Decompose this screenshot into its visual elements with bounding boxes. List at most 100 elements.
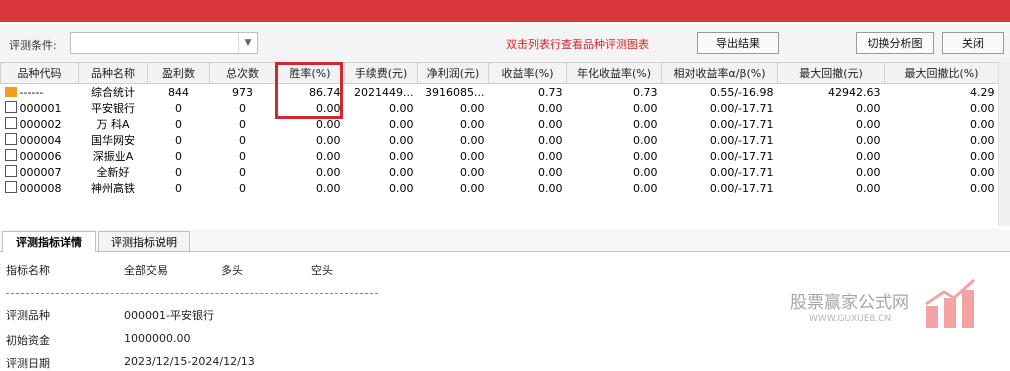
- cell-name: 国华网安: [91, 134, 135, 147]
- header-col-total[interactable]: 总次数: [209, 62, 276, 84]
- cell-profit-count: 0: [175, 181, 182, 195]
- table-row[interactable]: 000002 万 科A 0 0 0.00 0.00 0.00 0.00 0.00 0.00/-17…: [1, 116, 999, 132]
- detail-value-capital: 1000000.00: [124, 332, 191, 345]
- cell-alpha-beta: 0.55/-16.98: [709, 85, 774, 99]
- cell-net-profit: 3916085...: [425, 85, 485, 99]
- cell-return: 0.00: [538, 181, 563, 195]
- row-checkbox[interactable]: [4, 149, 17, 161]
- code-text: 000007: [19, 166, 62, 179]
- detail-value-date: 2023/12/15-2024/12/13: [124, 355, 255, 368]
- cell-code: 000008: [1, 180, 79, 196]
- code-text: 000002: [19, 118, 62, 131]
- cell-return: 0.00: [538, 117, 563, 131]
- header-col-name[interactable]: 品种名称: [78, 62, 148, 84]
- table-row[interactable]: 000001 平安银行 0 0 0.00 0.00 0.00 0.00 0.00 0.00/-17…: [1, 100, 999, 116]
- cell-alpha-beta: 0.00/-17.71: [709, 101, 774, 115]
- cell-code: ------: [1, 84, 79, 101]
- chevron-down-icon[interactable]: ▼: [238, 33, 257, 53]
- cell-alpha-beta: 0.00/-17.71: [709, 117, 774, 131]
- cell-max-drawdown: 0.00: [856, 165, 881, 179]
- cell-max-drawdown-ratio: 0.00: [970, 117, 995, 131]
- table-row[interactable]: 000008 神州高铁 0 0 0.00 0.00 0.00 0.00 0.00 0.00/-17…: [1, 180, 999, 196]
- close-button[interactable]: 关闭: [942, 32, 1004, 54]
- export-button[interactable]: 导出结果: [697, 32, 779, 54]
- header-col-fee[interactable]: 手续费(元): [344, 62, 418, 84]
- cell-net-profit: 0.00: [460, 101, 485, 115]
- cell-fee: 0.00: [389, 133, 414, 147]
- header-col-alpha-beta[interactable]: 相对收益率α/β(%): [661, 62, 778, 84]
- header-col-return[interactable]: 收益率(%): [488, 62, 567, 84]
- cell-net-profit: 0.00: [460, 149, 485, 163]
- watermark-url: WWW.GUXUE8.CN: [809, 314, 892, 324]
- code-text: 000006: [19, 150, 62, 163]
- header-col-net-profit[interactable]: 净利润(元): [417, 62, 489, 84]
- cell-max-drawdown: 42942.63: [828, 85, 881, 99]
- cell-annual-return: 0.00: [633, 101, 658, 115]
- cell-total: 0: [239, 101, 246, 115]
- detail-value-symbol: 000001-平安银行: [124, 309, 214, 322]
- cell-name: 综合统计: [91, 86, 135, 99]
- row-checkbox[interactable]: [4, 133, 17, 145]
- grid-scrollbar[interactable]: [998, 62, 1010, 226]
- cell-alpha-beta: 0.00/-17.71: [709, 181, 774, 195]
- cell-name: 神州高铁: [91, 182, 135, 195]
- table-row[interactable]: 000006 深振业A 0 0 0.00 0.00 0.00 0.00 0.00 0.00/-17…: [1, 148, 999, 164]
- cell-profit-count: 844: [168, 85, 189, 99]
- cell-net-profit: 0.00: [460, 133, 485, 147]
- cell-max-drawdown: 0.00: [856, 133, 881, 147]
- cell-code: 000002: [1, 116, 79, 132]
- header-col-annual-return[interactable]: 年化收益率(%): [566, 62, 662, 84]
- header-col-code[interactable]: 品种代码: [0, 62, 79, 84]
- detail-header-name: 指标名称: [6, 264, 50, 277]
- win-rate-highlight-box: [275, 62, 343, 119]
- grid-header-row: 品种代码 品种名称 盈利数 总次数 胜率(%) 手续费(元) 净利润(元) 收益率(%) 年化收…: [0, 62, 998, 84]
- cell-fee: 0.00: [389, 117, 414, 131]
- cell-fee: 0.00: [389, 101, 414, 115]
- cell-max-drawdown: 0.00: [856, 181, 881, 195]
- cell-max-drawdown: 0.00: [856, 117, 881, 131]
- switch-chart-button[interactable]: 切换分析图: [856, 32, 934, 54]
- cell-fee: 0.00: [389, 149, 414, 163]
- table-row[interactable]: 000004 国华网安 0 0 0.00 0.00 0.00 0.00 0.00 0.00/-17…: [1, 132, 999, 148]
- header-col-max-drawdown[interactable]: 最大回撤(元): [777, 62, 885, 84]
- divider: [6, 293, 378, 294]
- cell-profit-count: 0: [175, 165, 182, 179]
- cell-win-rate: 0.00: [316, 165, 341, 179]
- cell-max-drawdown: 0.00: [856, 149, 881, 163]
- cell-annual-return: 0.00: [633, 181, 658, 195]
- detail-tabs: 评测指标详情 评测指标说明: [0, 229, 1010, 252]
- tab-metric-details[interactable]: 评测指标详情: [2, 231, 96, 252]
- header-col-max-drawdown-ratio[interactable]: 最大回撤比(%): [884, 62, 998, 84]
- cell-max-drawdown-ratio: 0.00: [970, 165, 995, 179]
- cell-annual-return: 0.00: [633, 117, 658, 131]
- row-checkbox[interactable]: [4, 101, 17, 113]
- row-checkbox[interactable]: [4, 181, 17, 193]
- detail-header-short: 空头: [311, 264, 333, 277]
- toolbar: 评测条件: ▼ 双击列表行查看品种评测图表 导出结果 切换分析图 关闭: [0, 24, 1010, 62]
- cell-alpha-beta: 0.00/-17.71: [709, 133, 774, 147]
- summary-icon: [4, 86, 17, 97]
- code-text: 000004: [19, 134, 62, 147]
- cell-max-drawdown-ratio: 0.00: [970, 149, 995, 163]
- header-col-profit-count[interactable]: 盈利数: [147, 62, 210, 84]
- condition-select[interactable]: ▼: [70, 32, 258, 54]
- cell-return: 0.00: [538, 133, 563, 147]
- cell-annual-return: 0.73: [633, 85, 658, 99]
- row-checkbox[interactable]: [4, 117, 17, 129]
- watermark-text: 股票赢家公式网: [790, 293, 909, 313]
- cell-total: 973: [232, 85, 253, 99]
- detail-label-capital: 初始资金: [6, 334, 50, 347]
- cell-total: 0: [239, 117, 246, 131]
- watermark-logo-icon: [925, 278, 976, 328]
- cell-annual-return: 0.00: [633, 149, 658, 163]
- tab-metric-explanation[interactable]: 评测指标说明: [98, 231, 190, 251]
- row-checkbox[interactable]: [4, 165, 17, 177]
- table-row[interactable]: 000007 全新好 0 0 0.00 0.00 0.00 0.00 0.00 0.00/-17.…: [1, 164, 999, 180]
- cell-code: 000004: [1, 132, 79, 148]
- cell-total: 0: [239, 149, 246, 163]
- cell-max-drawdown: 0.00: [856, 101, 881, 115]
- summary-row[interactable]: ------ 综合统计 844 973 86.74 2021449... 3916085..…: [1, 84, 999, 101]
- cell-profit-count: 0: [175, 149, 182, 163]
- cell-net-profit: 0.00: [460, 165, 485, 179]
- cell-name: 深振业A: [92, 150, 134, 163]
